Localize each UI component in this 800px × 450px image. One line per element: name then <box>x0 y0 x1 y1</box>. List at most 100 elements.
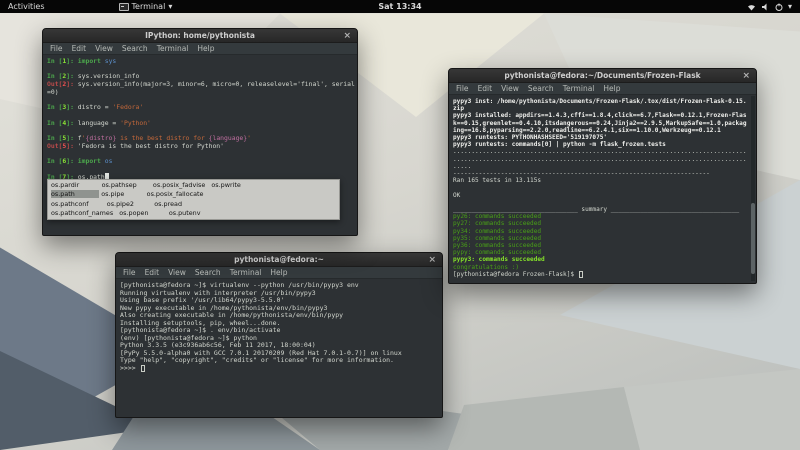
menu-bar: File Edit View Search Terminal Help <box>116 267 442 279</box>
text-segment: pypy3 installed: appdirs==1.4.3,cffi==1.… <box>453 112 747 120</box>
text-segment: import <box>77 57 105 65</box>
text-segment: 'Fedora' <box>112 103 144 112</box>
menu-file[interactable]: File <box>123 268 136 277</box>
terminal-line: py34: commands succeeded <box>453 228 749 235</box>
menu-terminal[interactable]: Terminal <box>230 268 262 277</box>
scrollbar[interactable] <box>751 96 755 281</box>
window-title: IPython: home/pythonista <box>145 31 255 40</box>
close-button[interactable]: × <box>742 69 750 83</box>
menu-bar: File Edit View Search Terminal Help <box>43 43 357 55</box>
terminal-line: pypy3 runtests: commands[0] | python -m … <box>453 141 749 148</box>
clock[interactable]: Sat 13:34 <box>378 2 421 11</box>
menu-help[interactable]: Help <box>270 268 287 277</box>
scrollbar-thumb[interactable] <box>751 203 755 274</box>
text-segment: language = <box>77 118 121 127</box>
menu-help[interactable]: Help <box>603 84 620 93</box>
terminal-content[interactable]: pypy3 inst: /home/pythonista/Documents/F… <box>449 95 756 283</box>
menu-search[interactable]: Search <box>195 268 221 277</box>
text-segment: os.pipe os.posix_fallocate <box>74 190 204 199</box>
window-title: pythonista@fedora:~/Documents/Frozen-Fla… <box>504 71 701 80</box>
titlebar[interactable]: IPython: home/pythonista × <box>43 29 357 43</box>
menu-edit[interactable]: Edit <box>478 84 493 93</box>
terminal-line: Out[5]: 'Fedora is the best distro for P… <box>47 141 353 151</box>
terminal-line: Type "help", "copyright", "credits" or "… <box>120 356 438 365</box>
terminal-line: Out[2]: sys.version_info(major=3, minor=… <box>47 80 355 89</box>
terminal-line: [pythonista@fedora Frozen-Flask]$ <box>453 270 749 278</box>
menu-bar: File Edit View Search Terminal Help <box>449 83 756 95</box>
text-segment: OK <box>453 191 461 199</box>
menu-help[interactable]: Help <box>197 44 214 53</box>
text-segment: pypy: commands succeeded <box>453 249 542 257</box>
text-segment: 'Fedora is the best distro for Python' <box>77 141 225 150</box>
menu-file[interactable]: File <box>50 44 63 53</box>
menu-terminal[interactable]: Terminal <box>563 84 595 93</box>
window-title: pythonista@fedora:~ <box>234 255 324 264</box>
text-segment: Ran 165 tests in 13.115s <box>453 177 542 185</box>
text-segment: pypy3 inst: /home/pythonista/Documents/F… <box>453 98 747 105</box>
text-segment: pypy3: commands succeeded <box>453 256 545 264</box>
text-segment: In [ <box>47 57 63 65</box>
menu-view[interactable]: View <box>95 44 113 53</box>
activities-button[interactable]: Activities <box>0 2 53 11</box>
text-segment: py36: commands succeeded <box>453 242 542 250</box>
text-segment: sys.version_info(major=3, minor=6, micro… <box>77 80 355 89</box>
terminal-line: In [4]: language = 'Python' <box>47 118 353 128</box>
text-segment <box>140 364 145 372</box>
terminal-line: pypy: commands succeeded <box>453 249 749 256</box>
titlebar[interactable]: pythonista@fedora:~ × <box>116 253 442 267</box>
text-segment: ........................................… <box>453 148 747 156</box>
text-segment: sys <box>104 57 117 65</box>
terminal-line: ..... <box>453 163 749 170</box>
text-segment: >>>> <box>120 363 140 372</box>
menu-search[interactable]: Search <box>122 44 148 53</box>
menu-edit[interactable]: Edit <box>72 44 87 53</box>
text-segment: congratulations :) <box>453 263 520 271</box>
terminal-line: os.pardir os.pathsep os.posix_fadvise os… <box>51 181 336 190</box>
titlebar[interactable]: pythonista@fedora:~/Documents/Frozen-Fla… <box>449 69 756 83</box>
close-button[interactable]: × <box>343 29 351 43</box>
text-segment: py34: commands succeeded <box>453 227 542 235</box>
terminal-line: pypy3 installed: appdirs==1.4.3,cffi==1.… <box>453 112 749 119</box>
terminal-line: ........................................… <box>453 156 749 163</box>
terminal-line: congratulations :) <box>453 264 749 271</box>
text-segment: os.pardir os.pathsep os.posix_fadvise os… <box>51 181 241 189</box>
network-icon <box>747 4 755 10</box>
window-frozen-flask: pythonista@fedora:~/Documents/Frozen-Fla… <box>448 68 757 284</box>
terminal-line: OK <box>453 192 749 199</box>
completion-popup[interactable]: os.pardir os.pathsep os.posix_fadvise os… <box>47 179 340 221</box>
text-segment: ]: <box>66 57 78 65</box>
text-segment: ]: <box>66 80 78 89</box>
terminal-content[interactable]: [pythonista@fedora ~]$ virtualenv --pyth… <box>116 279 442 417</box>
terminal-icon <box>118 2 129 11</box>
text-segment: ]: <box>66 118 78 127</box>
menu-file[interactable]: File <box>456 84 469 93</box>
terminal-line: >>>> <box>120 363 438 373</box>
menu-terminal[interactable]: Terminal <box>157 44 189 53</box>
top-bar: Activities Terminal ▾ Sat 13:34 ▾ <box>0 0 800 13</box>
terminal-line: k==0.15,greenlet==0.4.10,itsdangerous==0… <box>453 120 749 127</box>
text-segment: pypy3 runtests: commands[0] | python -m … <box>453 141 666 149</box>
text-segment: __________________________________ summa… <box>453 206 740 214</box>
terminal-line: os.path os.pipe os.posix_fallocate <box>51 190 336 199</box>
power-icon <box>775 3 783 11</box>
app-menu-button[interactable]: Terminal ▾ <box>118 2 172 11</box>
text-segment: 'Python' <box>120 118 151 127</box>
chevron-down-icon: ▾ <box>787 2 792 11</box>
menu-view[interactable]: View <box>501 84 519 93</box>
close-button[interactable]: × <box>428 253 436 267</box>
menu-edit[interactable]: Edit <box>145 268 160 277</box>
system-status-area[interactable]: ▾ <box>747 2 800 11</box>
text-segment: py35: commands succeeded <box>453 234 542 242</box>
text-segment: ing==16.8,pyparsing==2.2.0,readline==6.2… <box>453 126 721 134</box>
menu-search[interactable]: Search <box>528 84 554 93</box>
text-segment: ]: <box>66 103 78 112</box>
terminal-line: py36: commands succeeded <box>453 242 749 249</box>
text-segment: =0) <box>47 87 59 96</box>
terminal-line: =0) <box>47 87 353 97</box>
text-segment: ........................................… <box>453 155 747 163</box>
text-segment: [pythonista@fedora Frozen-Flask]$ <box>453 270 578 278</box>
text-segment: ..... <box>453 162 472 170</box>
menu-view[interactable]: View <box>168 268 186 277</box>
text-segment: ]: <box>66 157 78 166</box>
